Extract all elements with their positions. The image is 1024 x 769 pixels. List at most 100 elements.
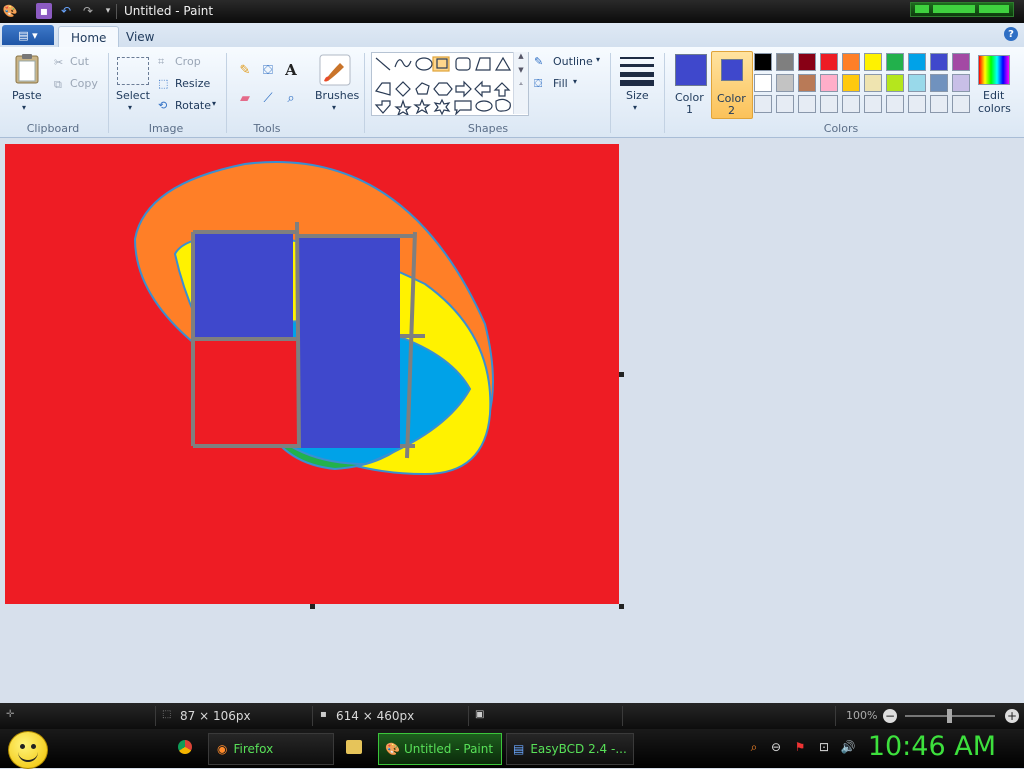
text-tool-icon[interactable]: A [280,59,302,81]
customize-toolbar-icon[interactable]: ▾ [100,3,116,19]
clock[interactable]: 10:46 AM [868,731,996,762]
window-controls[interactable] [910,2,1014,17]
minus-circle-icon[interactable]: ⊖ [768,739,784,755]
palette-swatch[interactable] [930,74,948,92]
palette-swatch[interactable] [908,95,926,113]
copy-button[interactable]: Copy [70,77,98,90]
palette-swatch[interactable] [864,53,882,71]
edit-colors-label-2[interactable]: colors [978,102,1011,115]
size-button[interactable]: Size [626,89,649,102]
palette-swatch[interactable] [886,95,904,113]
palette-swatch[interactable] [930,53,948,71]
size-icon[interactable] [620,55,654,86]
resize-handle-bottom[interactable] [310,604,315,609]
palette-swatch[interactable] [820,53,838,71]
fill-bucket-icon[interactable]: ⛋ [257,59,279,81]
close-button[interactable] [979,5,1009,13]
scroll-up-icon[interactable]: ▲ [514,52,528,60]
palette-swatch[interactable] [820,74,838,92]
chrome-icon[interactable] [178,740,192,754]
flag-icon[interactable]: ⚑ [792,739,808,755]
rotate-button[interactable]: Rotate [175,99,211,112]
brush-icon[interactable] [318,53,352,87]
undo-icon[interactable]: ↶ [58,3,74,19]
paint-menu-button[interactable]: ▤ ▾ [2,25,54,45]
palette-swatch[interactable] [952,53,970,71]
palette-swatch[interactable] [820,95,838,113]
size-dropdown-icon[interactable]: ▾ [633,103,637,112]
resize-handle-corner[interactable] [619,604,624,609]
fill-button[interactable]: Fill [553,77,568,90]
select-button[interactable]: Select [116,89,150,102]
palette-swatch[interactable] [798,74,816,92]
paste-icon[interactable] [12,53,42,85]
palette-swatch[interactable] [754,95,772,113]
palette-swatch[interactable] [842,95,860,113]
palette-swatch[interactable] [776,95,794,113]
paint-app-icon[interactable]: 🎨 [2,3,18,19]
palette-swatch[interactable] [864,95,882,113]
fill-dropdown-icon[interactable]: ▾ [573,77,577,86]
rotate-dropdown-icon[interactable]: ▾ [212,99,216,108]
palette-swatch[interactable] [952,74,970,92]
shapes-scrollbar[interactable]: ▲ ▼ ⩡ [513,52,528,114]
palette-swatch[interactable] [842,53,860,71]
start-button-smiley-icon[interactable] [8,731,48,769]
palette-swatch[interactable] [930,95,948,113]
resize-handle-right[interactable] [619,372,624,377]
magnifier-icon[interactable]: ⌕ [280,87,302,109]
cut-button[interactable]: Cut [70,55,89,68]
zoom-out-button[interactable]: − [883,709,897,723]
palette-swatch[interactable] [754,74,772,92]
save-icon[interactable]: ▪ [36,3,52,19]
zoom-in-button[interactable]: + [1005,709,1019,723]
tab-view[interactable]: View [114,26,166,47]
tab-home[interactable]: Home [58,26,120,48]
palette-swatch[interactable] [754,53,772,71]
select-icon[interactable] [117,57,149,85]
help-icon[interactable]: ? [1004,27,1018,41]
expand-gallery-icon[interactable]: ⩡ [514,80,528,89]
palette-swatch[interactable] [886,74,904,92]
resize-button[interactable]: Resize [175,77,210,90]
color-picker-icon[interactable]: ⟋ [257,87,279,109]
brushes-button[interactable]: Brushes [315,89,359,102]
paste-dropdown-icon[interactable]: ▾ [22,103,26,112]
minimize-button[interactable] [915,5,929,13]
redo-icon[interactable]: ↷ [80,3,96,19]
search-icon[interactable]: ⌕ [746,739,762,755]
color1-button[interactable]: Color 1 [671,51,709,117]
outline-button[interactable]: Outline [553,55,593,68]
outline-dropdown-icon[interactable]: ▾ [596,55,600,64]
taskbar-paint[interactable]: 🎨 Untitled - Paint [378,733,502,765]
edit-colors-icon[interactable] [978,55,1010,85]
eraser-icon[interactable]: ▰ [234,87,256,109]
maximize-button[interactable] [933,5,975,13]
palette-swatch[interactable] [798,53,816,71]
paste-button[interactable]: Paste [12,89,42,102]
palette-swatch[interactable] [908,53,926,71]
palette-swatch[interactable] [864,74,882,92]
edit-colors-label[interactable]: Edit [983,89,1004,102]
select-dropdown-icon[interactable]: ▾ [128,103,132,112]
drawing-canvas[interactable] [5,144,619,604]
network-icon[interactable]: ⊡ [816,739,832,755]
palette-swatch[interactable] [776,74,794,92]
scroll-down-icon[interactable]: ▼ [514,66,528,74]
palette-swatch[interactable] [776,53,794,71]
brushes-dropdown-icon[interactable]: ▾ [332,103,336,112]
color2-button[interactable]: Color 2 [711,51,753,119]
palette-swatch[interactable] [908,74,926,92]
pencil-icon[interactable]: ✎ [234,59,256,81]
palette-swatch[interactable] [842,74,860,92]
palette-swatch[interactable] [798,95,816,113]
taskbar-firefox[interactable]: ◉ Firefox [208,733,334,765]
taskbar-easybcd[interactable]: ▤ EasyBCD 2.4 -... [506,733,634,765]
volume-icon[interactable]: 🔊 [840,739,856,755]
explorer-folder-icon[interactable] [346,740,362,754]
palette-swatch[interactable] [952,95,970,113]
palette-swatch[interactable] [886,53,904,71]
canvas-workspace[interactable] [0,138,1024,703]
zoom-slider-thumb[interactable] [947,709,952,723]
crop-button[interactable]: Crop [175,55,201,68]
